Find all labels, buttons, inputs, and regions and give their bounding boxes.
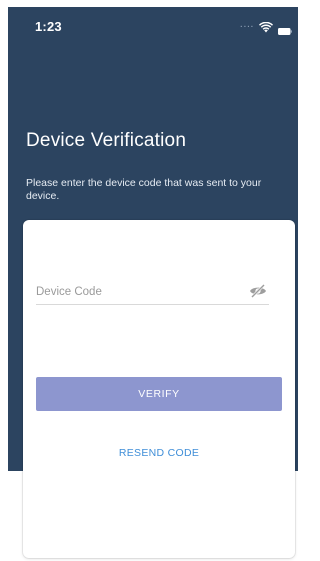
verification-screen: 1:23 .... Device Verification Please ent… — [0, 0, 305, 561]
eye-slash-icon[interactable] — [249, 284, 267, 298]
verify-button[interactable]: VERIFY — [36, 377, 282, 411]
device-code-input[interactable] — [36, 282, 236, 302]
battery-icon — [278, 22, 292, 35]
wifi-icon — [259, 20, 273, 33]
page-subtitle: Please enter the device code that was se… — [26, 177, 262, 202]
status-time: 1:23 — [35, 19, 62, 34]
verification-card: VERIFY RESEND CODE — [23, 220, 295, 558]
status-bar: 1:23 .... — [8, 7, 298, 43]
device-code-field — [36, 282, 269, 305]
page-title: Device Verification — [26, 130, 187, 151]
signal-dots: .... — [239, 18, 254, 30]
resend-code-link[interactable]: RESEND CODE — [23, 447, 295, 459]
